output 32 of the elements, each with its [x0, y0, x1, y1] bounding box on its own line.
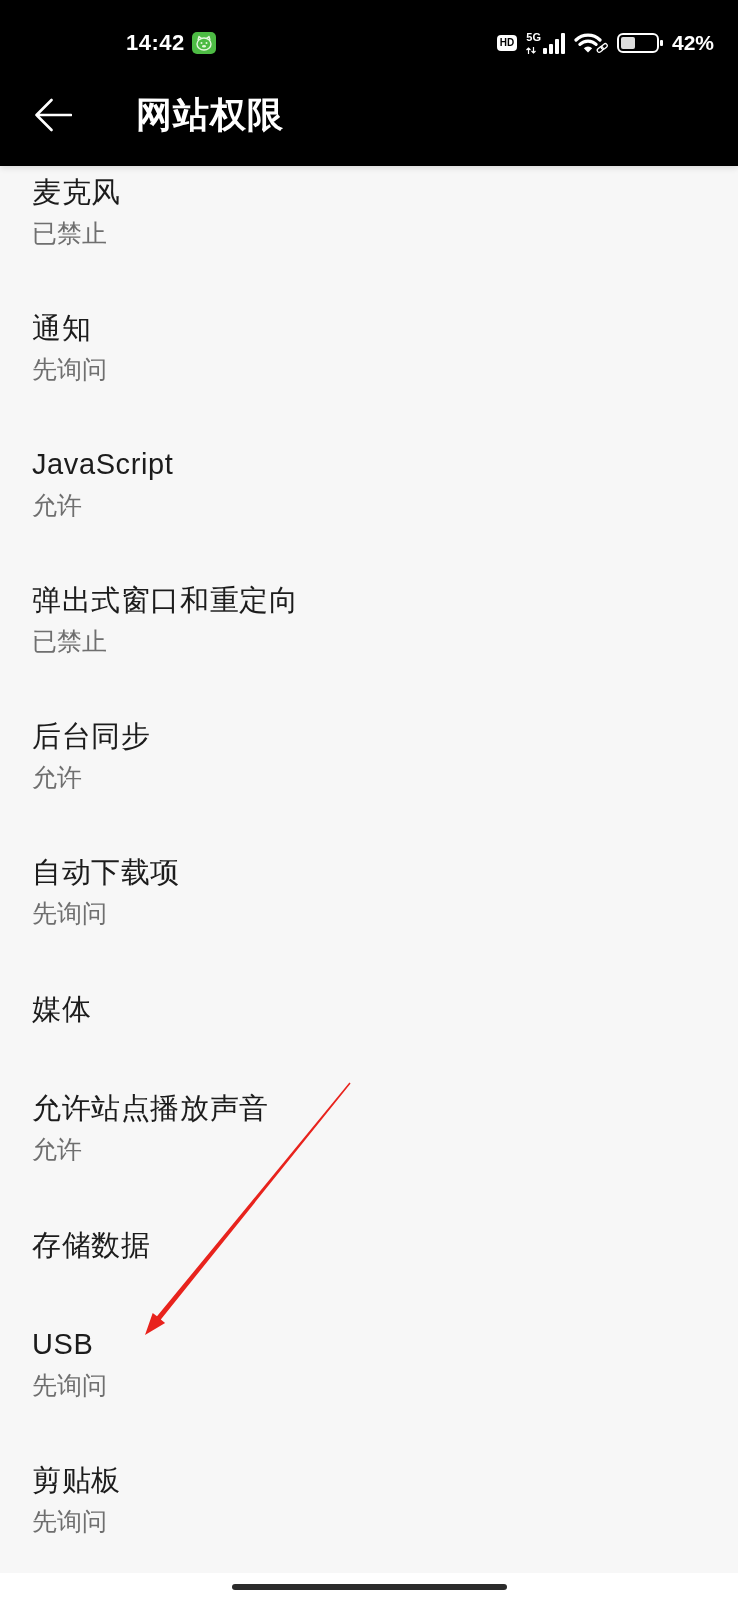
battery-icon	[616, 33, 663, 53]
permission-name[interactable]: 剪贴板	[32, 1460, 121, 1500]
back-button[interactable]	[34, 98, 72, 132]
permission-name[interactable]: 允许站点播放声音	[32, 1088, 269, 1128]
data-activity-icon	[526, 47, 537, 54]
permission-status: 已禁止	[32, 218, 107, 249]
signal-icon	[542, 32, 565, 54]
permission-status: 允许	[32, 490, 82, 521]
status-time: 14:42	[126, 30, 185, 56]
permission-name[interactable]: JavaScript	[32, 444, 174, 484]
wifi-icon	[573, 31, 608, 55]
back-arrow-icon	[34, 98, 72, 132]
permission-name[interactable]: 弹出式窗口和重定向	[32, 580, 299, 620]
hd-badge: HD	[496, 35, 518, 51]
app-notification-icon	[191, 32, 216, 54]
permission-status: 已禁止	[32, 626, 107, 657]
permission-name[interactable]: 通知	[32, 308, 92, 348]
network-type: 5G	[526, 32, 541, 43]
page-title: 网站权限	[136, 93, 284, 137]
permission-name[interactable]: 存储数据	[32, 1225, 151, 1265]
permission-name[interactable]: 麦克风	[32, 172, 121, 212]
permission-status: 允许	[32, 762, 82, 793]
permission-name[interactable]: USB	[32, 1324, 94, 1364]
permission-status: 允许	[32, 1134, 82, 1165]
permission-status: 先询问	[32, 354, 107, 385]
permission-name[interactable]: 媒体	[32, 989, 92, 1029]
permission-status: 先询问	[32, 898, 107, 929]
permission-status: 先询问	[32, 1370, 107, 1401]
battery-percentage: 42%	[671, 30, 714, 56]
permission-name[interactable]: 后台同步	[32, 716, 151, 756]
permission-name[interactable]: 自动下载项	[32, 852, 180, 892]
permission-status: 先询问	[32, 1506, 107, 1537]
